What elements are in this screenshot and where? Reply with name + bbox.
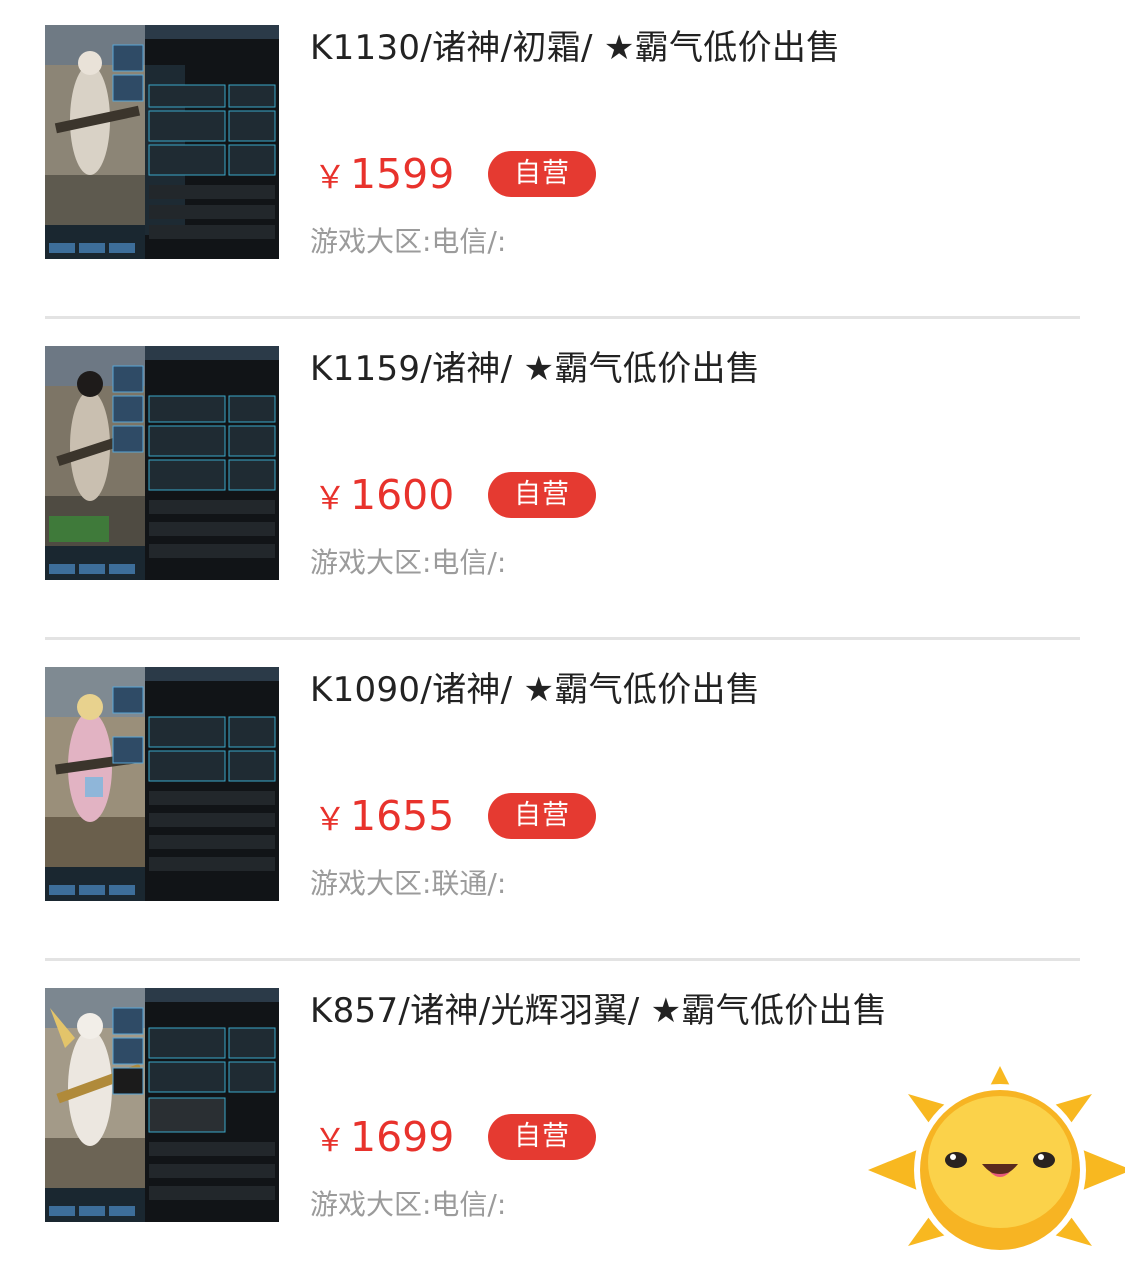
product-price: ￥1655 <box>314 790 454 851</box>
product-price: ￥1599 <box>314 148 454 209</box>
game-region: 游戏大区:电信/: <box>310 546 507 579</box>
product-title[interactable]: K1090/诸神/ ★霸气低价出售 <box>310 666 760 714</box>
product-title[interactable]: K1130/诸神/初霜/ ★霸气低价出售 <box>310 24 840 72</box>
product-thumbnail[interactable] <box>45 346 279 580</box>
product-thumbnail[interactable] <box>45 667 279 901</box>
price-value: 1699 <box>350 1113 455 1161</box>
self-operated-badge: 自营 <box>488 1114 596 1160</box>
self-operated-badge: 自营 <box>488 472 596 518</box>
price-value: 1655 <box>350 792 455 840</box>
product-title[interactable]: K857/诸神/光辉羽翼/ ★霸气低价出售 <box>310 987 887 1035</box>
product-title[interactable]: K1159/诸神/ ★霸气低价出售 <box>310 345 760 393</box>
product-price: ￥1600 <box>314 469 454 530</box>
currency-symbol: ￥ <box>314 1121 347 1159</box>
self-operated-badge: 自营 <box>488 151 596 197</box>
game-region: 游戏大区:联通/: <box>310 867 507 900</box>
divider <box>45 637 1080 640</box>
divider <box>45 958 1080 961</box>
currency-symbol: ￥ <box>314 158 347 196</box>
price-value: 1600 <box>350 471 455 519</box>
list-item[interactable]: K1159/诸神/ ★霸气低价出售 ￥1600 自营 游戏大区:电信/: <box>0 321 1125 642</box>
currency-symbol: ￥ <box>314 479 347 517</box>
price-value: 1599 <box>350 150 455 198</box>
list-item[interactable]: K1090/诸神/ ★霸气低价出售 ￥1655 自营 游戏大区:联通/: <box>0 642 1125 963</box>
sun-mascot-icon[interactable] <box>828 1062 1125 1254</box>
product-thumbnail[interactable] <box>45 988 279 1222</box>
currency-symbol: ￥ <box>314 800 347 838</box>
self-operated-badge: 自营 <box>488 793 596 839</box>
game-region: 游戏大区:电信/: <box>310 1188 507 1221</box>
product-thumbnail[interactable] <box>45 25 279 259</box>
game-region: 游戏大区:电信/: <box>310 225 507 258</box>
divider <box>45 316 1080 319</box>
list-item[interactable]: K1130/诸神/初霜/ ★霸气低价出售 ￥1599 自营 游戏大区:电信/: <box>0 0 1125 321</box>
product-price: ￥1699 <box>314 1111 454 1172</box>
